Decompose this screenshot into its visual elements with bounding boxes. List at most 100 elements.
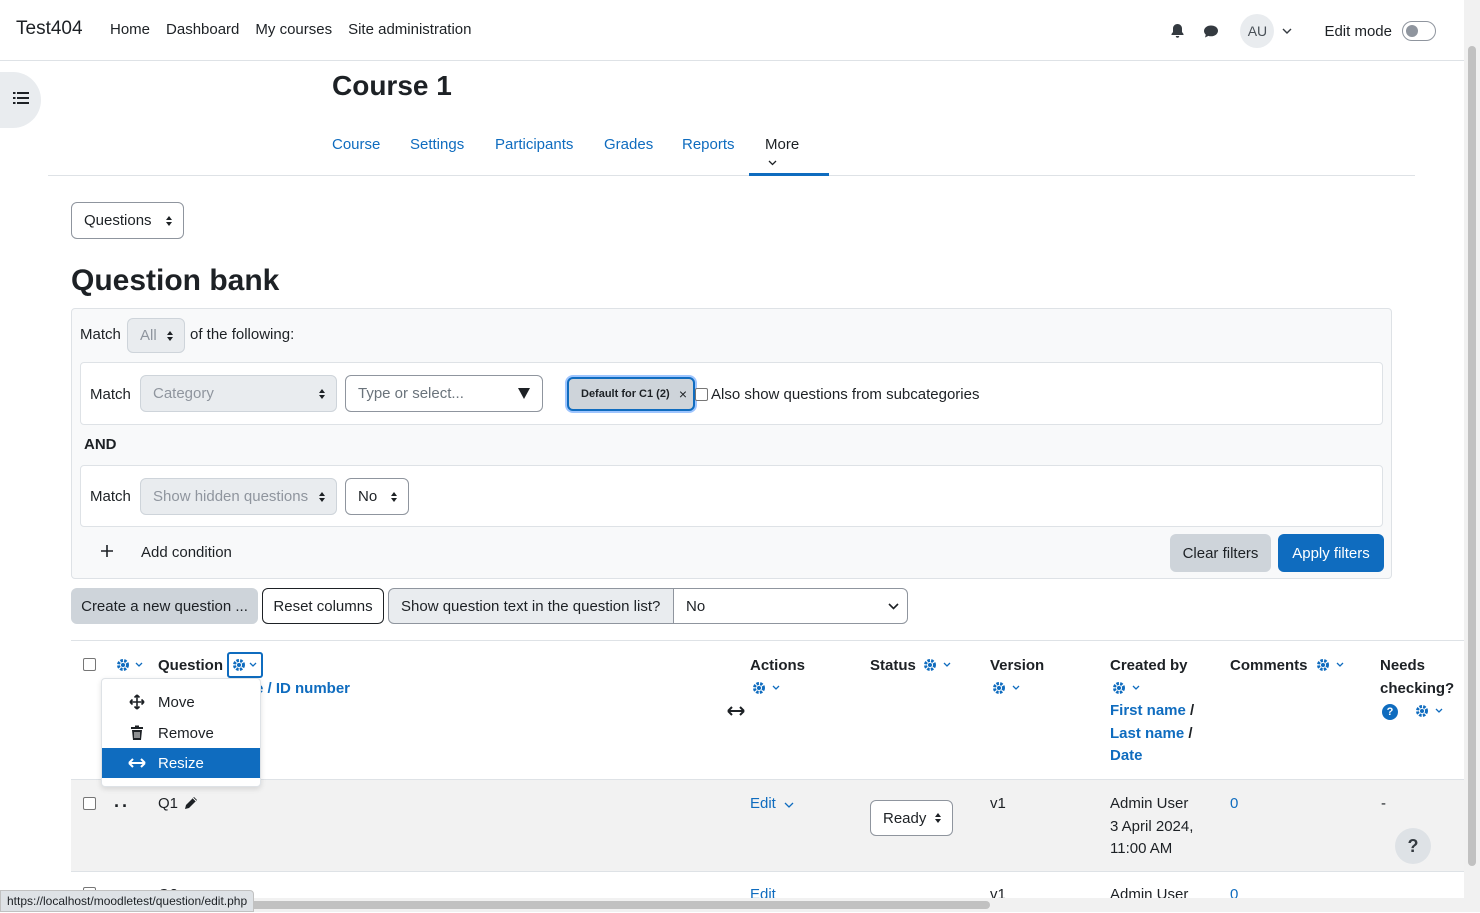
comments-count-link[interactable]: 0 [1230,795,1238,812]
nav-home[interactable]: Home [110,21,150,38]
page-help-button[interactable]: ? [1395,828,1431,864]
user-avatar[interactable]: AU [1240,14,1275,48]
menu-item-move[interactable]: Move [102,687,260,717]
show-question-text-select[interactable]: No [673,588,908,624]
gear-icon[interactable] [1111,680,1145,696]
subcategories-checkbox[interactable] [695,388,708,401]
separator: / [1190,702,1195,719]
select-all-checkbox[interactable] [83,658,96,671]
created-date-line2: 11:00 AM [1110,840,1173,857]
condition-match-label: Match [90,488,131,505]
nav-site-administration[interactable]: Site administration [348,21,471,38]
condition-field-value: Show hidden questions [153,488,309,505]
list-icon [12,91,29,109]
create-new-question-button[interactable]: Create a new question ... [71,588,258,624]
category-search-input[interactable]: Type or select... [345,375,543,412]
match-type-select[interactable]: All [127,318,185,353]
resize-arrow-icon[interactable] [727,703,745,720]
condition-field-select[interactable]: Show hidden questions [140,478,337,515]
menu-item-resize[interactable]: Resize [102,748,260,778]
tab-more[interactable]: More [749,136,829,176]
date-sort-link[interactable]: Date [1110,747,1143,764]
bell-icon[interactable] [1166,20,1188,42]
apply-filters-button[interactable]: Apply filters [1278,534,1384,572]
nav-my-courses[interactable]: My courses [255,21,332,38]
question-name-sort-link[interactable]: e / ID number [255,680,350,697]
row-select-checkbox[interactable] [83,797,96,810]
condition-field-value: Category [153,385,214,402]
plus-icon[interactable] [100,544,114,562]
last-name-sort-link[interactable]: Last name / [1110,725,1193,742]
last-name-link[interactable]: Last name [1110,725,1184,742]
pencil-icon[interactable] [183,795,199,815]
drag-handle-icon[interactable]: ·· [114,796,130,817]
category-chip[interactable]: Default for C1 (2) × [567,377,695,411]
question-bank-page-select[interactable]: Questions [71,202,184,239]
table-header: Question e / ID number Actions Status Ve… [71,640,1464,780]
tab-settings[interactable]: Settings [410,136,464,153]
edit-action-link[interactable]: Edit [750,795,794,812]
sort-arrows-icon [166,215,172,226]
chevron-down-icon [784,802,794,808]
version-column-header: Version [990,657,1045,674]
filter-panel: Match All of the following: Match Catego… [71,308,1392,579]
menu-item-label: Resize [158,754,204,772]
menu-item-label: Remove [158,724,214,742]
status-select[interactable]: Ready [870,800,953,836]
edit-mode-label: Edit mode [1324,22,1392,40]
tab-reports[interactable]: Reports [682,136,735,153]
site-brand[interactable]: Test404 [16,18,83,40]
close-icon[interactable]: × [679,386,687,402]
page-title: Course 1 [332,70,452,101]
gear-icon[interactable] [227,652,263,678]
course-index-drawer-toggle[interactable] [0,72,41,128]
gear-icon[interactable] [1414,703,1448,719]
tab-participants[interactable]: Participants [495,136,573,153]
edit-mode-toggle[interactable] [1402,21,1436,41]
hidden-questions-select[interactable]: No [345,478,409,515]
page-select-value: Questions [84,212,152,229]
chevron-down-icon[interactable] [1282,28,1292,34]
reset-columns-button[interactable]: Reset columns [262,588,384,624]
sort-arrows-icon [319,388,325,399]
first-name-link[interactable]: First name [1110,702,1186,719]
sort-arrows-icon [167,330,173,341]
gear-icon[interactable] [115,657,145,673]
gear-icon[interactable] [751,680,785,696]
question-column-header[interactable]: Question [158,657,223,674]
gear-icon[interactable] [1315,657,1349,673]
question-name: Q1 [158,795,179,812]
top-navbar: Test404 Home Dashboard My courses Site a… [0,0,1464,61]
chat-bubble-icon[interactable] [1200,20,1222,42]
and-label: AND [84,436,117,453]
needs-checking-header-line1: Needs [1380,657,1426,674]
created-by-column-header: Created by [1110,657,1188,674]
comments-column-header: Comments [1230,657,1308,674]
match-type-value: All [140,327,157,344]
show-question-text-label: Show question text in the question list? [388,588,674,624]
add-condition-button[interactable]: Add condition [141,544,232,561]
nav-dashboard[interactable]: Dashboard [166,21,239,38]
actions-column-header: Actions [750,657,806,674]
gear-icon[interactable] [922,657,956,673]
show-question-text-value: No [686,597,706,615]
category-search-placeholder: Type or select... [358,385,464,402]
primary-navigation: Home Dashboard My courses Site administr… [110,21,488,38]
condition-field-select[interactable]: Category [140,375,337,412]
vertical-scrollbar[interactable] [1464,0,1480,912]
status-value: Ready [883,809,927,827]
help-icon[interactable]: ? [1382,704,1398,720]
hidden-questions-value: No [358,488,378,505]
first-name-sort-link[interactable]: First name / [1110,702,1194,719]
question-bank-title: Question bank [71,264,280,297]
clear-filters-button[interactable]: Clear filters [1170,534,1271,572]
menu-item-remove[interactable]: Remove [102,718,260,748]
needs-checking-value: - [1381,795,1386,812]
created-date-line1: 3 April 2024, [1110,818,1194,835]
category-chip-label: Default for C1 (2) [581,388,670,400]
vertical-scrollbar-thumb[interactable] [1468,46,1476,866]
gear-icon[interactable] [991,680,1025,696]
move-arrows-icon [122,694,152,710]
tab-course[interactable]: Course [332,136,380,153]
tab-grades[interactable]: Grades [604,136,653,153]
